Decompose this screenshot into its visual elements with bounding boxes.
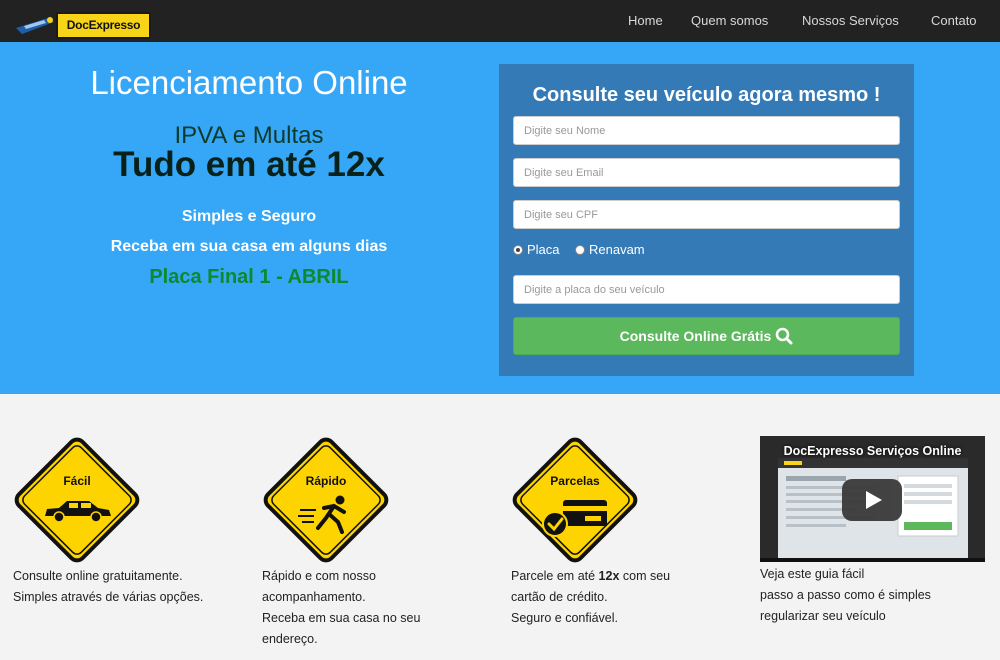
search-icon [776, 327, 793, 345]
sign-parcelas: Parcelas [511, 436, 639, 564]
feature-text-line: acompanhamento. [262, 590, 366, 604]
video-text-line: regularizar seu veículo [760, 609, 886, 623]
form-title: Consulte seu veículo agora mesmo ! [532, 84, 881, 106]
nav-link-quem-somos[interactable]: Quem somos [691, 13, 768, 28]
feature-text-line: endereço. [262, 632, 318, 646]
name-input[interactable] [513, 116, 900, 145]
nav-link-servicos[interactable]: Nossos Serviços [802, 13, 899, 28]
consult-submit-button[interactable]: Consulte Online Grátis [513, 317, 900, 355]
credit-card-check-icon [542, 500, 607, 537]
feature-text-line: cartão de crédito. [511, 590, 608, 604]
feature-text-line: Consulte online gratuitamente. [13, 569, 183, 583]
brand-name: DocExpresso [66, 18, 141, 32]
sign-label: Parcelas [550, 474, 600, 488]
hero-subtitle-12x: Tudo em até 12x [113, 145, 385, 184]
cpf-input[interactable] [513, 200, 900, 229]
logo-box: DocExpresso [56, 12, 151, 39]
radio-placa[interactable]: Placa [513, 242, 560, 257]
feature-text-line: Seguro e confiável. [511, 611, 619, 625]
logo-mark-icon [16, 17, 54, 34]
feature-text-line: Simples através de várias opções. [13, 590, 204, 604]
sign-label: Rápido [305, 474, 347, 488]
feature-parcelas-text: Parcele em até 12x com seu cartão de cré… [511, 566, 746, 629]
feature-text-line: Receba em sua casa no seu [262, 611, 421, 625]
hero-line-placa-final: Placa Final 1 - ABRIL [149, 266, 349, 288]
hero-line-receba: Receba em sua casa em alguns dias [110, 238, 388, 255]
hero-line-simples: Simples e Seguro [181, 208, 317, 225]
brand-logo[interactable]: DocExpresso [14, 12, 151, 39]
sign-label: Fácil [63, 474, 91, 488]
feature-text-part: Parcele em até [511, 569, 599, 583]
radio-renavam-label: Renavam [589, 242, 645, 257]
feature-text-line: Rápido e com nosso [262, 569, 376, 583]
video-description: Veja este guia fácil passo a passo como … [760, 564, 990, 627]
radio-placa-label: Placa [527, 242, 560, 257]
hero-section: Licenciamento Online IPVA e Multas Tudo … [0, 42, 1000, 394]
radio-renavam-dot[interactable] [575, 245, 585, 255]
plate-input[interactable] [513, 275, 900, 304]
feature-text-part: com seu [619, 569, 671, 583]
radio-renavam[interactable]: Renavam [575, 242, 645, 257]
navbar: DocExpresso Home Quem somos Nossos Servi… [0, 0, 1000, 42]
feature-text-line: Parcele em até 12x com seu [511, 566, 746, 587]
video-text-line: passo a passo como é simples [760, 588, 931, 602]
email-input[interactable] [513, 158, 900, 187]
video-text-line: Veja este guia fácil [760, 567, 865, 581]
radio-placa-dot[interactable] [513, 245, 523, 255]
video-title: DocExpresso Serviços Online [783, 444, 962, 458]
video-player[interactable]: DocExpresso Serviços Online [760, 436, 985, 562]
sign-rapido: Rápido [262, 436, 390, 564]
submit-label: Consulte Online Grátis [619, 328, 772, 344]
play-icon[interactable] [842, 479, 902, 521]
feature-facil-text: Consulte online gratuitamente. Simples a… [13, 566, 248, 608]
nav-link-home[interactable]: Home [628, 13, 663, 28]
car-icon [45, 501, 111, 523]
consult-form: Consulte seu veículo agora mesmo ! Placa… [499, 64, 914, 376]
feature-rapido-text: Rápido e com nosso acompanhamento. Receb… [262, 566, 497, 650]
feature-text-bold: 12x [598, 569, 620, 583]
hero-title: Licenciamento Online [90, 64, 408, 101]
running-person-icon [298, 495, 346, 534]
sign-facil: Fácil [13, 436, 141, 564]
nav-link-contato[interactable]: Contato [931, 13, 977, 28]
